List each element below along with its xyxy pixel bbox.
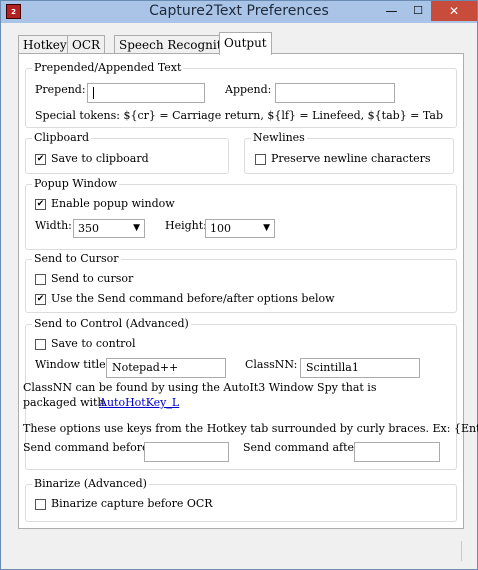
send-after-input[interactable] [354, 442, 440, 462]
save-to-clipboard-label: Save to clipboard [51, 152, 149, 165]
group-title: Newlines [251, 131, 307, 144]
send-to-cursor-label: Send to cursor [51, 272, 134, 285]
preserve-newlines-label: Preserve newline characters [271, 152, 431, 165]
binarize-capture-label: Binarize capture before OCR [51, 497, 213, 510]
output-tab-panel: Prepended/Appended Text Prepend: Append:… [18, 53, 478, 529]
prepended-appended-group: Prepended/Appended Text Prepend: Append:… [25, 61, 457, 128]
enable-popup-checkbox[interactable]: ✔ [35, 199, 46, 210]
group-title: Popup Window [32, 177, 120, 190]
classnn-info-text-2: packaged with [23, 396, 105, 409]
binarize-capture-checkbox[interactable] [35, 499, 46, 510]
send-to-cursor-checkbox[interactable] [35, 274, 46, 285]
classnn-info-text: ClassNN can be found by using the AutoIt… [23, 381, 377, 394]
group-title: Prepended/Appended Text [32, 61, 184, 74]
clipboard-group: Clipboard ✔ Save to clipboard [25, 131, 229, 174]
height-select[interactable]: 100 ▼ [205, 219, 275, 238]
chevron-down-icon: ▼ [133, 223, 140, 233]
prepend-label: Prepend: [35, 83, 86, 96]
save-to-control-checkbox[interactable] [35, 339, 46, 350]
popup-window-group: Popup Window ✔ Enable popup window Width… [25, 177, 457, 250]
classnn-input[interactable]: Scintilla1 [300, 358, 420, 378]
send-after-label: Send command after: [243, 441, 364, 454]
newlines-group: Newlines Preserve newline characters [244, 131, 454, 174]
chevron-down-icon: ▼ [263, 223, 270, 233]
title-bar[interactable]: 2 Capture2Text Preferences — ☐ ✕ [1, 1, 477, 23]
maximize-button[interactable]: ☐ [405, 1, 431, 21]
save-to-control-label: Save to control [51, 337, 136, 350]
resize-grip[interactable] [461, 541, 468, 561]
window-title-input[interactable]: Notepad++ [106, 358, 226, 378]
tab-output[interactable]: Output [219, 32, 272, 55]
preferences-window: 2 Capture2Text Preferences — ☐ ✕ Hotkeys… [0, 0, 478, 570]
tab-ocr[interactable]: OCR [67, 35, 106, 54]
enable-popup-label: Enable popup window [51, 197, 175, 210]
send-before-input[interactable] [144, 442, 229, 462]
send-before-label: Send command before: [23, 441, 153, 454]
width-label: Width: [35, 219, 72, 232]
group-title: Clipboard [32, 131, 92, 144]
group-title: Send to Cursor [32, 252, 121, 265]
group-title: Binarize (Advanced) [32, 477, 149, 490]
classnn-label: ClassNN: [245, 358, 298, 371]
window-title-label: Window title: [35, 358, 110, 371]
group-title: Send to Control (Advanced) [32, 317, 191, 330]
width-select[interactable]: 350 ▼ [73, 219, 145, 238]
close-button[interactable]: ✕ [431, 1, 477, 21]
height-label: Height: [165, 219, 207, 232]
send-options-info-text: These options use keys from the Hotkey t… [23, 422, 478, 435]
preserve-newlines-checkbox[interactable] [255, 154, 266, 165]
use-send-command-checkbox[interactable]: ✔ [35, 294, 46, 305]
append-label: Append: [225, 83, 272, 96]
use-send-command-label: Use the Send command before/after option… [51, 292, 335, 305]
special-tokens-text: Special tokens: ${cr} = Carriage return,… [35, 109, 443, 122]
append-input[interactable] [275, 83, 395, 103]
save-to-clipboard-checkbox[interactable]: ✔ [35, 154, 46, 165]
autohotkey-link[interactable]: AutoHotKey_L [99, 396, 179, 409]
binarize-group: Binarize (Advanced) Binarize capture bef… [25, 477, 457, 522]
minimize-button[interactable]: — [378, 1, 405, 21]
send-to-cursor-group: Send to Cursor Send to cursor ✔ Use the … [25, 252, 457, 313]
prepend-input[interactable] [87, 83, 205, 103]
